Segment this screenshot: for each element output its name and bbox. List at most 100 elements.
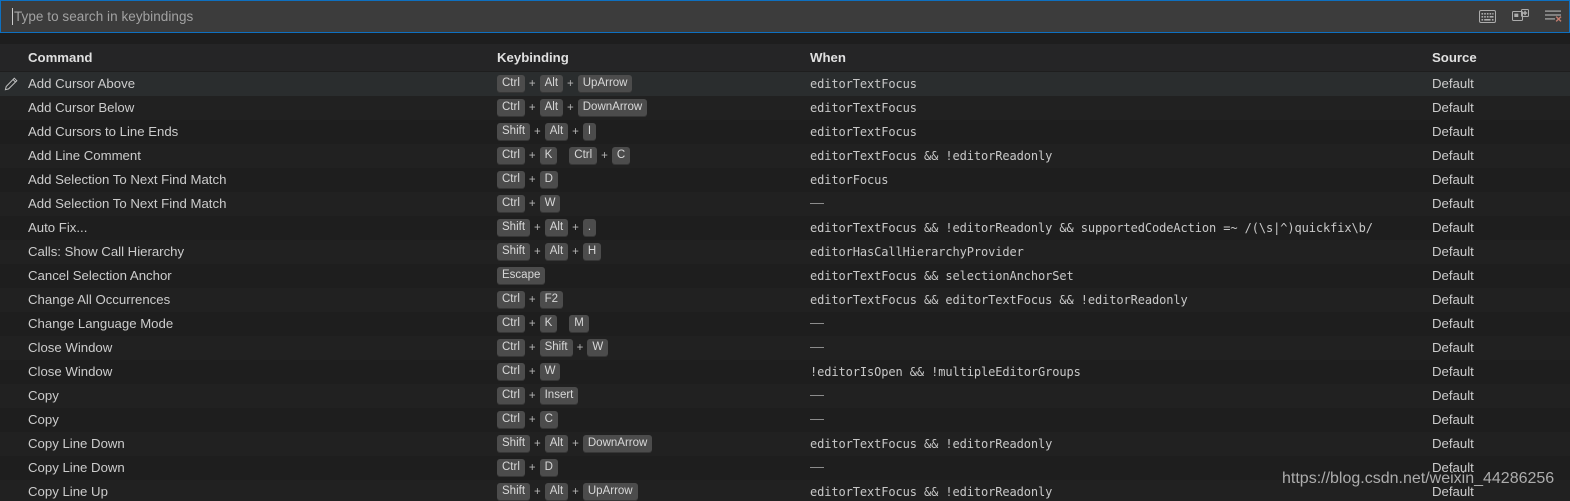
key-separator: + (567, 101, 574, 114)
cell-keybinding: Shift + Alt + I (497, 120, 802, 144)
when-empty-dash (810, 467, 824, 468)
key-chord: Ctrl + D (497, 171, 558, 189)
key-separator: + (528, 293, 536, 306)
table-row[interactable]: Close Window Ctrl + W !editorIsOpen && !mult… (0, 360, 1570, 384)
column-header-source[interactable]: Source (1432, 44, 1477, 71)
key-chord: Ctrl + F2 (497, 291, 564, 309)
key-chip: Alt (539, 75, 564, 93)
key-separator: + (601, 149, 608, 162)
key-chip: Alt (539, 99, 564, 117)
cell-keybinding: Ctrl + D (497, 456, 802, 480)
column-header-keybinding[interactable]: Keybinding (497, 44, 569, 71)
key-separator: + (528, 413, 536, 426)
key-chord: Ctrl + W (497, 195, 561, 213)
cell-keybinding: Ctrl + K M (497, 312, 802, 336)
cell-keybinding: Ctrl + F2 (497, 288, 802, 312)
column-header-when[interactable]: When (810, 44, 846, 71)
table-row[interactable]: Add Cursor Above Ctrl + Alt + UpArrow editorTe… (0, 72, 1570, 96)
cell-when: editorTextFocus && editorTextFocus && !e… (810, 293, 1188, 307)
key-chip: Alt (544, 435, 569, 453)
table-row[interactable]: Copy Line Down Ctrl + D Default (0, 456, 1570, 480)
table-row[interactable]: Copy Line Down Shift + Alt + DownArrow editorT… (0, 432, 1570, 456)
cell-keybinding: Escape (497, 264, 802, 288)
key-separator: + (534, 125, 541, 138)
table-row[interactable]: Copy Line Up Shift + Alt + UpArrow editorTextF… (0, 480, 1570, 501)
edit-keybinding-icon[interactable] (4, 77, 18, 91)
cell-keybinding: Shift + Alt + H (497, 240, 802, 264)
key-chord: Ctrl + W (497, 363, 561, 381)
key-chip: Ctrl (497, 195, 525, 213)
key-chip: Alt (544, 243, 569, 261)
table-row[interactable]: Change All Occurrences Ctrl + F2 editorTextF… (0, 288, 1570, 312)
clear-keybindings-search-icon[interactable] (1542, 5, 1564, 27)
key-chip: Shift (497, 435, 531, 453)
cell-keybinding: Ctrl + Alt + DownArrow (497, 96, 802, 120)
table-row[interactable]: Add Cursors to Line Ends Shift + Alt + Iedito… (0, 120, 1570, 144)
keybindings-search-input[interactable]: Type to search in keybindings (0, 0, 1570, 33)
key-chip: Shift (497, 243, 531, 261)
key-separator: + (528, 197, 536, 210)
table-row[interactable]: Change Language Mode Ctrl + K M Default (0, 312, 1570, 336)
when-empty-dash (810, 395, 824, 396)
cell-source: Default (1432, 196, 1474, 211)
key-chip: D (539, 459, 558, 477)
cell-when: !editorIsOpen && !multipleEditorGroups (810, 365, 1081, 379)
key-chip: DownArrow (577, 99, 648, 117)
key-chord: Shift + Alt + UpArrow (497, 483, 638, 501)
cell-source: Default (1432, 364, 1474, 379)
key-chip: Ctrl (497, 75, 525, 93)
key-separator: + (534, 245, 541, 258)
key-chip: Alt (544, 123, 569, 141)
key-chip: Ctrl (497, 363, 525, 381)
key-chord: Escape (497, 267, 546, 285)
cell-source: Default (1432, 316, 1474, 331)
key-chip: Ctrl (497, 315, 525, 333)
table-row[interactable]: Add Line Comment Ctrl + K Ctrl + CeditorTextFo… (0, 144, 1570, 168)
table-row[interactable]: Close Window Ctrl + Shift + W Default (0, 336, 1570, 360)
search-placeholder: Type to search in keybindings (14, 9, 194, 24)
cell-source: Default (1432, 460, 1474, 475)
sort-by-precedence-icon[interactable] (1509, 5, 1531, 27)
key-separator: + (534, 221, 541, 234)
cell-source: Default (1432, 220, 1474, 235)
when-empty-dash (810, 203, 824, 204)
cell-source: Default (1432, 76, 1474, 91)
key-chip: D (539, 171, 558, 189)
key-separator: + (528, 317, 536, 330)
table-row[interactable]: Add Cursor Below Ctrl + Alt + DownArrow editor… (0, 96, 1570, 120)
table-row[interactable]: Add Selection To Next Find Match Ctrl + W De… (0, 192, 1570, 216)
key-chip: C (611, 147, 631, 165)
key-separator: + (572, 437, 579, 450)
key-chip: K (539, 315, 558, 333)
table-row[interactable]: Calls: Show Call Hierarchy Shift + Alt + Hedi… (0, 240, 1570, 264)
key-chip: Alt (544, 483, 569, 501)
key-chord: M (569, 315, 589, 333)
table-row[interactable]: Cancel Selection Anchor Escape editorTextF… (0, 264, 1570, 288)
key-chip: W (539, 195, 561, 213)
when-empty-dash (810, 323, 824, 324)
table-row[interactable]: Auto Fix... Shift + Alt +. editorTextFocus &&… (0, 216, 1570, 240)
table-row[interactable]: Add Selection To Next Find Match Ctrl + Ded… (0, 168, 1570, 192)
cell-keybinding: Ctrl + W (497, 360, 802, 384)
cell-source: Default (1432, 436, 1474, 451)
key-chip: UpArrow (577, 75, 633, 93)
cell-command: Add Line Comment (28, 148, 141, 163)
cell-command: Add Selection To Next Find Match (28, 172, 227, 187)
record-keys-icon[interactable] (1476, 5, 1498, 27)
cell-when: editorTextFocus && !editorReadonly (810, 485, 1053, 499)
key-separator: + (572, 125, 579, 138)
cell-command: Change Language Mode (28, 316, 174, 331)
column-header-command[interactable]: Command (28, 44, 92, 71)
key-chord: Ctrl + C (569, 147, 631, 165)
table-row[interactable]: Copy Ctrl + C Default (0, 408, 1570, 432)
cell-when (810, 456, 1425, 480)
cell-command: Copy Line Down (28, 436, 125, 451)
table-row[interactable]: Copy Ctrl + Insert Default (0, 384, 1570, 408)
cell-keybinding: Ctrl + W (497, 192, 802, 216)
cell-source: Default (1432, 484, 1474, 499)
cell-command: Change All Occurrences (28, 292, 171, 307)
cell-source: Default (1432, 412, 1474, 427)
cell-command: Add Cursor Above (28, 76, 136, 91)
table-header: Command Keybinding When Source (0, 44, 1570, 72)
cell-keybinding: Ctrl + Shift + W (497, 336, 802, 360)
